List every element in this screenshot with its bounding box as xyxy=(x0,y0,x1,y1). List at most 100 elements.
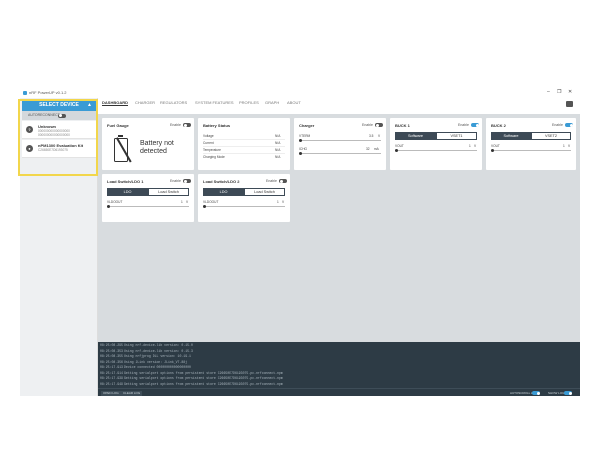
vout-label: VOUT xyxy=(395,144,404,148)
card-title: Battery Status xyxy=(203,123,231,128)
vterm-slider-track[interactable] xyxy=(299,140,381,141)
log-line: 08:25:08.355Using nrfjprog DLL version: … xyxy=(100,354,191,358)
enable-label: Enable xyxy=(362,123,373,127)
ldo2-vout-slider-track[interactable] xyxy=(203,206,285,207)
show-log-label: SHOW LOG xyxy=(548,391,565,395)
device-serial: C26650E7D6193075 xyxy=(38,148,68,152)
charger-card: Charger Enable VTERM 3.5 V ICHG 32 mA xyxy=(294,118,386,170)
tab-about[interactable]: ABOUT xyxy=(287,100,301,105)
clear-log-button[interactable]: CLEAR LOG xyxy=(121,390,143,396)
device-list-item[interactable]: ● nPM1300 Evaluation Kit C26650E7D619307… xyxy=(22,140,96,158)
device-list-item[interactable]: ? Unknown 000000000000000000 00000000000… xyxy=(22,121,96,139)
log-message: Device connected 000000000000000000 xyxy=(124,365,191,369)
ichg-unit: mA xyxy=(374,147,379,151)
vterm-unit: V xyxy=(378,134,381,138)
log-timestamp: 08:25:08.295 xyxy=(100,343,123,347)
log-message: Using nrf-device-lib version: 0.15.0 xyxy=(124,343,193,347)
vout-unit: V xyxy=(282,200,285,204)
nordic-logo-icon xyxy=(566,101,573,107)
battery-message-line: Battery not xyxy=(140,140,174,147)
buck2-vout-slider-thumb[interactable] xyxy=(491,149,494,152)
minimize-icon[interactable]: – xyxy=(547,89,550,95)
ldo2-vout-slider-thumb[interactable] xyxy=(203,205,206,208)
vout-value[interactable]: 1 xyxy=(181,200,183,204)
log-line: 08:25:17.949Getting serialport options f… xyxy=(100,382,283,386)
temperature-label: Temperature xyxy=(203,148,221,152)
log-timestamp: 08:25:08.356 xyxy=(100,359,123,364)
card-title: BUCK 2 xyxy=(491,123,506,128)
vout-value[interactable]: 1 xyxy=(469,144,471,148)
close-icon[interactable]: ✕ xyxy=(568,89,572,95)
log-message: Getting serialport options from persiste… xyxy=(124,370,283,375)
tab-dashboard[interactable]: DASHBOARD xyxy=(102,100,128,106)
autoreconnect-toggle[interactable] xyxy=(58,113,66,118)
buck2-card: BUCK 2 Enable Software VSET2 VOUT 1 V xyxy=(486,118,576,170)
vterm-label: VTERM xyxy=(299,134,311,138)
vterm-slider-thumb[interactable] xyxy=(299,139,302,142)
buck1-vset-segment[interactable]: VSET1 xyxy=(436,132,477,140)
log-timestamp: 08:25:08.355 xyxy=(100,354,123,358)
ldo2-ldo-segment[interactable]: LDO xyxy=(203,188,244,196)
vout-value[interactable]: 1 xyxy=(563,144,565,148)
tab-regulators[interactable]: REGULATORS xyxy=(160,100,187,105)
log-message: Getting serialport options from persiste… xyxy=(124,381,283,386)
ichg-slider-thumb[interactable] xyxy=(299,152,302,155)
current-value: N/A xyxy=(275,141,281,145)
tab-charger[interactable]: CHARGER xyxy=(135,100,155,105)
log-panel[interactable]: 08:25:08.295Using nrf-device-lib version… xyxy=(98,342,580,388)
show-log-toggle[interactable] xyxy=(564,391,572,395)
log-timestamp: 08:25:17.914 xyxy=(100,370,123,375)
vout-unit: V xyxy=(568,144,571,148)
battery-status-message: Battery not detected xyxy=(140,140,174,156)
ldo1-vout-slider-track[interactable] xyxy=(107,206,189,207)
log-line: 08:25:17.914Getting serialport options f… xyxy=(100,371,283,375)
select-device-button[interactable]: SELECT DEVICE ▲ xyxy=(22,100,96,111)
battery-status-card: Battery Status Voltage N/A Current N/A T… xyxy=(198,118,290,170)
log-line: 08:25:17.939Getting serialport options f… xyxy=(100,376,283,380)
ldo1-card: Load Switch/LDO 1 Enable LDO Load Switch… xyxy=(102,174,194,222)
log-timestamp: 08:25:17.939 xyxy=(100,376,123,380)
buck2-vset-segment[interactable]: VSET2 xyxy=(531,132,571,140)
autoscroll-toggle[interactable] xyxy=(532,391,540,395)
ichg-value[interactable]: 32 xyxy=(366,147,370,151)
open-log-button[interactable]: OPEN LOG xyxy=(101,390,121,396)
log-line: 08:25:08.356Using JLink version: JLink_V… xyxy=(100,360,187,364)
enable-label: Enable xyxy=(170,179,181,183)
tab-graph[interactable]: GRAPH xyxy=(265,100,279,105)
vout-label: VOUT xyxy=(491,144,500,148)
ldo2-enable-toggle[interactable] xyxy=(279,179,287,183)
enable-label: Enable xyxy=(458,123,469,127)
log-message: Using JLink version: JLink_V7.88j xyxy=(124,359,188,364)
title-bar: nRF PowerUP v0.1.2 – ❐ ✕ xyxy=(20,88,580,98)
fuel-gauge-enable-toggle[interactable] xyxy=(183,123,191,127)
vterm-value[interactable]: 3.5 xyxy=(369,134,373,138)
ldo2-load-switch-segment[interactable]: Load Switch xyxy=(244,188,285,196)
ldo1-enable-toggle[interactable] xyxy=(183,179,191,183)
maximize-icon[interactable]: ❐ xyxy=(557,89,561,95)
buck1-software-segment[interactable]: Software xyxy=(395,132,436,140)
tab-system-features[interactable]: SYSTEM FEATURES xyxy=(195,100,234,105)
buck1-enable-toggle[interactable] xyxy=(471,123,479,127)
buck1-vout-slider-thumb[interactable] xyxy=(395,149,398,152)
buck2-enable-toggle[interactable] xyxy=(565,123,573,127)
buck2-software-segment[interactable]: Software xyxy=(491,132,531,140)
ldo1-vout-slider-thumb[interactable] xyxy=(107,205,110,208)
log-line: 08:25:08.295Using nrf-device-lib version… xyxy=(100,343,193,347)
voltage-label: Voltage xyxy=(203,134,214,138)
log-message: Using nrf-device-lib version: 0.15.3 xyxy=(124,348,193,353)
ichg-slider-track[interactable] xyxy=(299,153,381,154)
ldo1-load-switch-segment[interactable]: Load Switch xyxy=(148,188,189,196)
tab-profiles[interactable]: PROFILES xyxy=(239,100,259,105)
app-window: nRF PowerUP v0.1.2 – ❐ ✕ SELECT DEVICE ▲… xyxy=(18,88,580,396)
ldo1-ldo-segment[interactable]: LDO xyxy=(107,188,148,196)
voltage-value: N/A xyxy=(275,134,281,138)
buck2-vout-slider-track[interactable] xyxy=(491,150,571,151)
card-title: Load Switch/LDO 1 xyxy=(107,179,144,184)
vout-value[interactable]: 1 xyxy=(277,200,279,204)
charger-enable-toggle[interactable] xyxy=(375,123,383,127)
battery-missing-icon xyxy=(114,135,128,162)
device-sidebar: SELECT DEVICE ▲ AUTORECONNECT ? Unknown … xyxy=(18,98,98,396)
buck1-vout-slider-track[interactable] xyxy=(395,150,477,151)
vout-label: VLDOOUT xyxy=(203,200,219,204)
ichg-label: ICHG xyxy=(299,147,307,151)
